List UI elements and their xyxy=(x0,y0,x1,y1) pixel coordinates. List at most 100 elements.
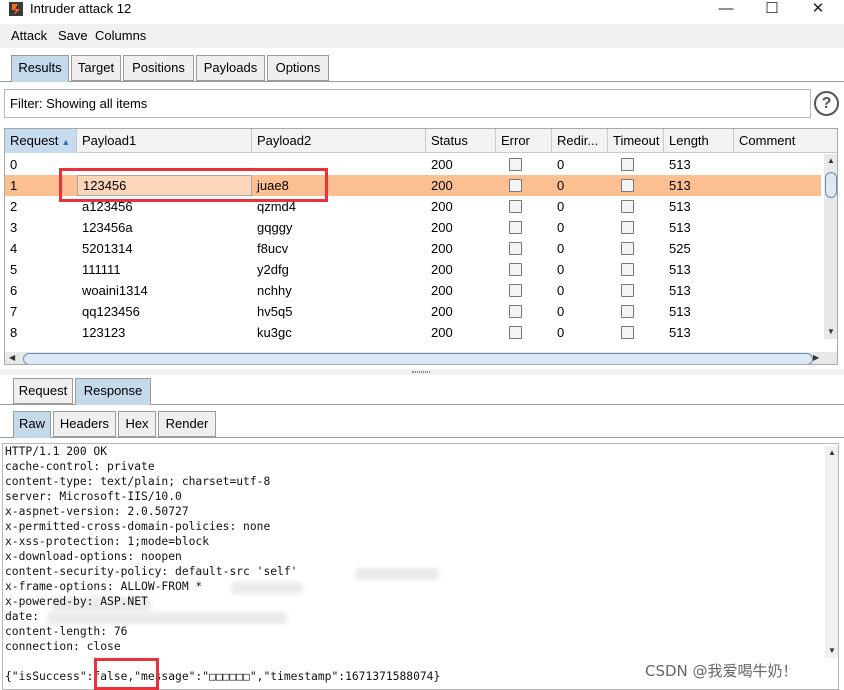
menu-save[interactable]: Save xyxy=(58,28,88,43)
cell-redir: 0 xyxy=(557,262,565,277)
tab-hex[interactable]: Hex xyxy=(118,411,156,437)
table-row[interactable]: 3 123456a gqggy 200 0 513 xyxy=(5,217,821,238)
error-checkbox[interactable] xyxy=(509,284,522,297)
timeout-checkbox[interactable] xyxy=(621,158,634,171)
response-line: cache-control: private xyxy=(5,460,155,473)
timeout-checkbox[interactable] xyxy=(621,284,634,297)
col-comment[interactable]: Comment xyxy=(734,129,837,153)
splitter-grip[interactable] xyxy=(412,371,430,373)
tab-response[interactable]: Response xyxy=(75,378,151,405)
col-request[interactable]: Request ▲ xyxy=(5,129,77,153)
table-row[interactable]: 6 woaini1314 nchhy 200 0 513 xyxy=(5,280,821,301)
redacted-area xyxy=(47,612,287,624)
table-row[interactable]: 4 5201314 f8ucv 200 0 525 xyxy=(5,238,821,259)
col-status[interactable]: Status xyxy=(426,129,496,153)
timeout-checkbox[interactable] xyxy=(621,263,634,276)
cell-status: 200 xyxy=(431,178,453,193)
col-error[interactable]: Error xyxy=(496,129,552,153)
cell-status: 200 xyxy=(431,199,453,214)
minimize-button[interactable]: — xyxy=(704,0,748,20)
scroll-up-icon[interactable]: ▲ xyxy=(827,156,835,165)
help-icon[interactable]: ? xyxy=(814,91,839,116)
burp-app-icon xyxy=(9,2,23,16)
cell-status: 200 xyxy=(431,325,453,340)
cell-redir: 0 xyxy=(557,157,565,172)
tab-target[interactable]: Target xyxy=(71,55,121,81)
response-scrollbar[interactable]: ▲ ▼ xyxy=(825,446,838,658)
timeout-checkbox[interactable] xyxy=(621,305,634,318)
cell-length: 513 xyxy=(669,325,691,340)
detail-tab-strip: Request Response xyxy=(0,377,844,405)
scroll-up-icon[interactable]: ▲ xyxy=(828,448,836,457)
response-line: x-permitted-cross-domain-policies: none xyxy=(5,520,271,533)
error-checkbox[interactable] xyxy=(509,263,522,276)
cell-status: 200 xyxy=(431,157,453,172)
error-checkbox[interactable] xyxy=(509,200,522,213)
col-length[interactable]: Length xyxy=(664,129,734,153)
response-line: x-aspnet-version: 2.0.50727 xyxy=(5,505,189,518)
scroll-down-icon[interactable]: ▼ xyxy=(828,646,836,655)
cell-comment xyxy=(734,280,824,301)
tab-request[interactable]: Request xyxy=(13,378,73,404)
results-table: Request ▲ Payload1 Payload2 Status Error … xyxy=(4,128,838,365)
filter-bar[interactable]: Filter: Showing all items xyxy=(4,89,811,118)
table-horizontal-scrollbar[interactable]: ◀ ▶ xyxy=(5,352,837,364)
error-checkbox[interactable] xyxy=(509,158,522,171)
timeout-checkbox[interactable] xyxy=(621,221,634,234)
col-payload2[interactable]: Payload2 xyxy=(252,129,426,153)
timeout-checkbox[interactable] xyxy=(621,242,634,255)
cell-length: 513 xyxy=(669,157,691,172)
cell-payload2: f8ucv xyxy=(257,241,289,256)
menu-columns[interactable]: Columns xyxy=(95,28,146,43)
error-checkbox[interactable] xyxy=(509,305,522,318)
scroll-left-icon[interactable]: ◀ xyxy=(9,353,15,362)
maximize-button[interactable]: ☐ xyxy=(750,0,794,20)
menu-attack[interactable]: Attack xyxy=(11,28,47,43)
tab-positions[interactable]: Positions xyxy=(123,55,194,81)
cell-comment xyxy=(734,175,824,196)
scroll-down-icon[interactable]: ▼ xyxy=(827,327,835,336)
watermark: CSDN @我爱喝牛奶！ xyxy=(645,662,798,680)
cell-length: 513 xyxy=(669,220,691,235)
error-checkbox[interactable] xyxy=(509,242,522,255)
cell-request: 5 xyxy=(10,262,18,277)
col-payload1[interactable]: Payload1 xyxy=(77,129,252,153)
cell-comment xyxy=(734,301,824,322)
error-checkbox[interactable] xyxy=(509,221,522,234)
table-row[interactable]: 8 123123 ku3gc 200 0 513 xyxy=(5,322,821,343)
tab-options[interactable]: Options xyxy=(267,55,329,81)
col-redir[interactable]: Redir... xyxy=(552,129,608,153)
sort-ascending-icon: ▲ xyxy=(61,137,71,147)
response-line: x-frame-options: ALLOW-FROM * xyxy=(5,580,203,593)
scroll-thumb[interactable] xyxy=(825,172,837,198)
col-timeout[interactable]: Timeout xyxy=(608,129,664,153)
menu-bar: Attack Save Columns xyxy=(0,24,844,48)
tab-render[interactable]: Render xyxy=(158,411,216,437)
title-bar: Intruder attack 12 — ☐ ✕ xyxy=(0,0,844,20)
timeout-checkbox[interactable] xyxy=(621,326,634,339)
timeout-checkbox[interactable] xyxy=(621,200,634,213)
cell-redir: 0 xyxy=(557,325,565,340)
response-raw-view[interactable]: ▲ ▼ HTTP/1.1 200 OK cache-control: privat… xyxy=(2,443,839,690)
error-checkbox[interactable] xyxy=(509,326,522,339)
table-row[interactable]: 5 111111 y2dfg 200 0 513 xyxy=(5,259,821,280)
error-checkbox[interactable] xyxy=(509,179,522,192)
pane-splitter[interactable] xyxy=(0,369,844,375)
cell-request: 3 xyxy=(10,220,18,235)
close-button[interactable]: ✕ xyxy=(796,0,840,20)
cell-length: 513 xyxy=(669,262,691,277)
tab-results[interactable]: Results xyxy=(11,55,69,82)
response-line: connection: close xyxy=(5,640,121,653)
filter-text: Filter: Showing all items xyxy=(10,96,148,111)
cell-request: 4 xyxy=(10,241,18,256)
tab-payloads[interactable]: Payloads xyxy=(196,55,265,81)
tab-headers[interactable]: Headers xyxy=(53,411,116,437)
scroll-right-icon[interactable]: ▶ xyxy=(813,353,819,362)
cell-redir: 0 xyxy=(557,241,565,256)
hscroll-thumb[interactable] xyxy=(23,353,813,364)
table-header: Request ▲ Payload1 Payload2 Status Error … xyxy=(5,129,837,153)
timeout-checkbox[interactable] xyxy=(621,179,634,192)
tab-raw[interactable]: Raw xyxy=(13,411,51,438)
table-row[interactable]: 7 qq123456 hv5q5 200 0 513 xyxy=(5,301,821,322)
table-vertical-scrollbar[interactable]: ▲ ▼ xyxy=(824,154,837,339)
